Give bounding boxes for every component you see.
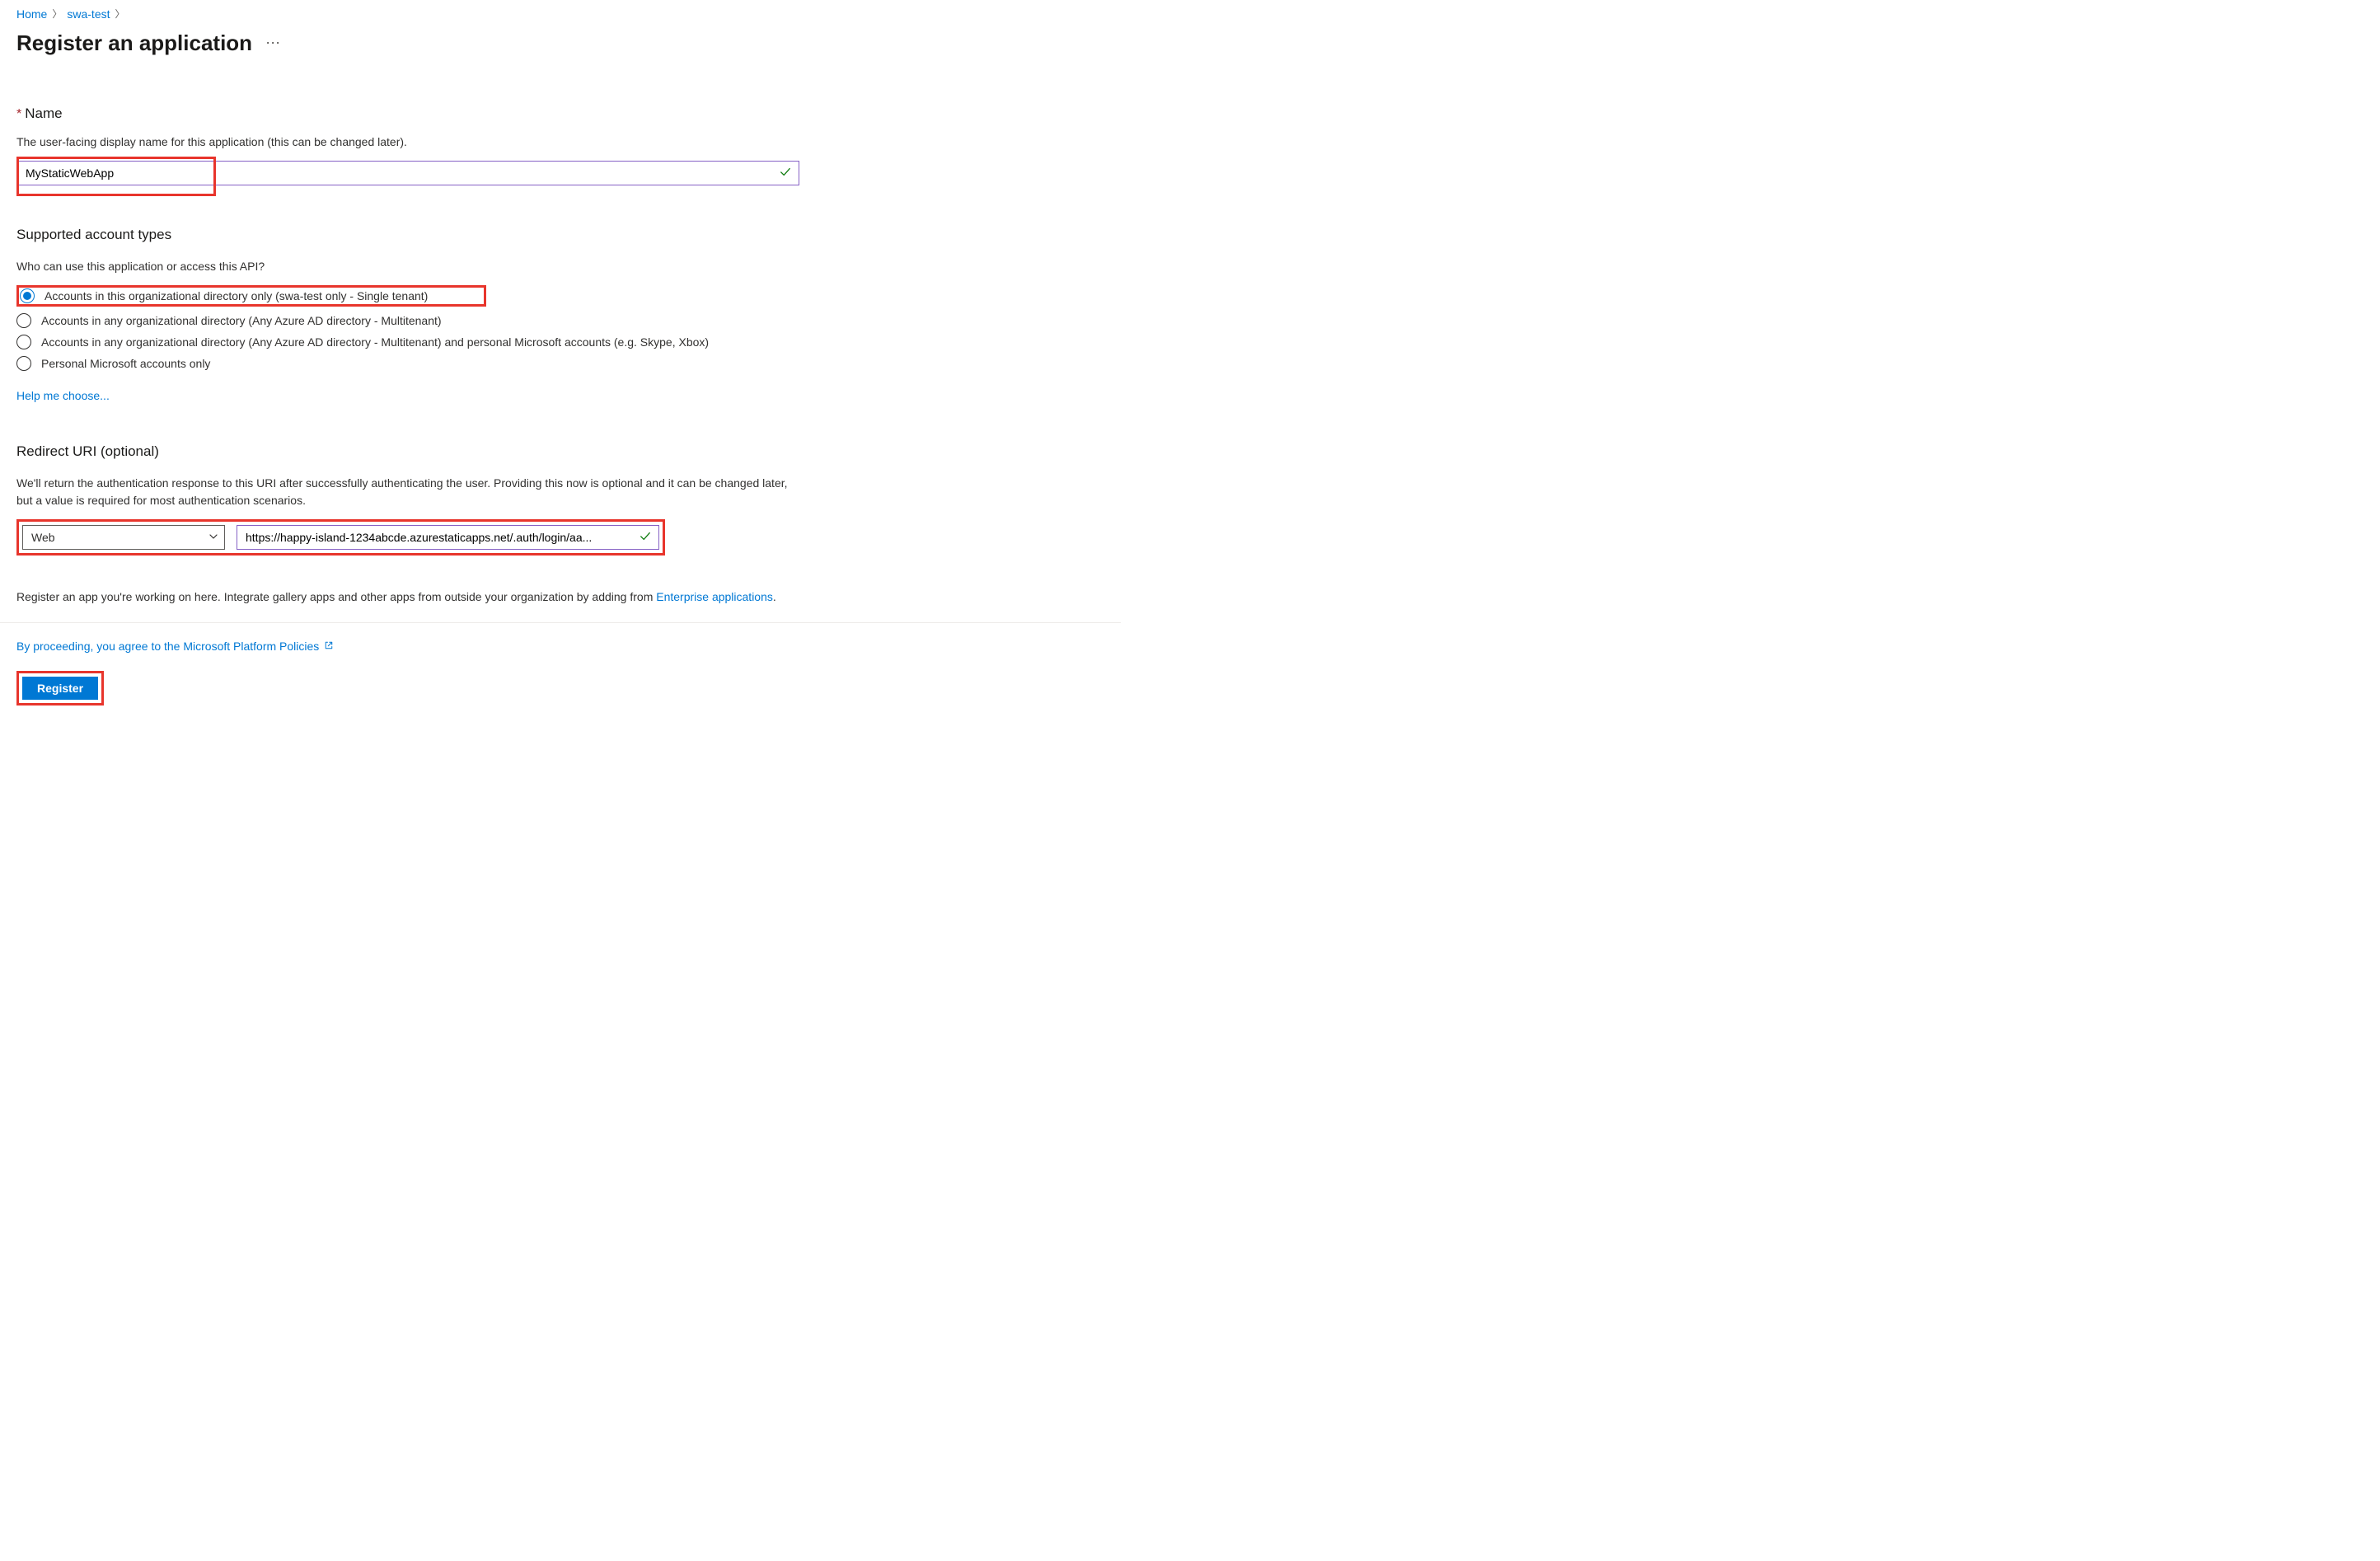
radio-label: Accounts in this organizational director… xyxy=(45,289,428,302)
radio-icon xyxy=(16,356,31,371)
chevron-right-icon: 〉 xyxy=(52,7,62,21)
platform-select-value: Web xyxy=(31,531,55,544)
help-me-choose-link[interactable]: Help me choose... xyxy=(16,389,110,402)
more-actions-icon[interactable]: ⋯ xyxy=(265,35,281,52)
account-type-personal-only[interactable]: Personal Microsoft accounts only xyxy=(16,356,1104,371)
account-types-radio-group: Accounts in this organizational director… xyxy=(16,285,1104,371)
platform-select[interactable]: Web xyxy=(22,525,225,550)
platform-policies-link[interactable]: By proceeding, you agree to the Microsof… xyxy=(16,640,334,653)
redirect-uri-header: Redirect URI (optional) xyxy=(16,443,1104,460)
radio-icon xyxy=(16,313,31,328)
checkmark-icon xyxy=(640,531,651,545)
name-label: Name xyxy=(25,105,62,122)
external-link-icon xyxy=(324,640,334,653)
radio-label: Accounts in any organizational directory… xyxy=(41,335,709,349)
radio-label: Accounts in any organizational directory… xyxy=(41,314,442,327)
redirect-uri-helper: We'll return the authentication response… xyxy=(16,475,791,509)
breadcrumb-tenant[interactable]: swa-test xyxy=(67,7,110,21)
required-indicator: * xyxy=(16,107,21,122)
radio-icon xyxy=(20,288,35,303)
breadcrumb-home[interactable]: Home xyxy=(16,7,47,21)
radio-label: Personal Microsoft accounts only xyxy=(41,357,210,370)
chevron-right-icon: 〉 xyxy=(115,7,125,21)
enterprise-apps-note: Register an app you're working on here. … xyxy=(16,588,1104,606)
enterprise-applications-link[interactable]: Enterprise applications xyxy=(656,590,773,603)
breadcrumb: Home 〉 swa-test 〉 xyxy=(16,7,1104,21)
account-type-multitenant[interactable]: Accounts in any organizational directory… xyxy=(16,313,1104,328)
checkmark-icon xyxy=(780,166,791,180)
app-name-input[interactable] xyxy=(16,161,799,185)
redirect-uri-input[interactable] xyxy=(237,525,659,550)
account-type-single-tenant[interactable]: Accounts in this organizational director… xyxy=(20,288,483,303)
page-title: Register an application xyxy=(16,30,252,56)
account-types-helper: Who can use this application or access t… xyxy=(16,258,1104,275)
register-button[interactable]: Register xyxy=(22,677,98,700)
account-type-multitenant-personal[interactable]: Accounts in any organizational directory… xyxy=(16,335,1104,349)
name-helper: The user-facing display name for this ap… xyxy=(16,134,1104,151)
account-types-header: Supported account types xyxy=(16,227,1104,243)
radio-icon xyxy=(16,335,31,349)
